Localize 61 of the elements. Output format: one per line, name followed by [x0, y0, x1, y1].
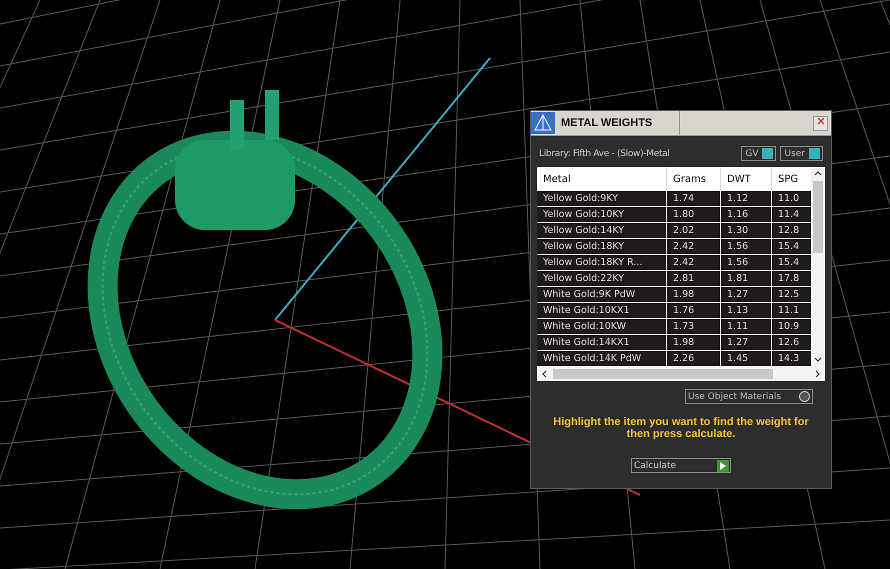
table-cell: 1.27: [721, 335, 772, 351]
pyramid-logo-icon: [531, 112, 555, 134]
table-cell: 2.42: [667, 255, 721, 271]
table-cell: 1.73: [667, 319, 721, 335]
table-cell: 1.74: [667, 191, 721, 207]
use-object-materials-toggle[interactable]: Use Object Materials: [685, 389, 813, 404]
table-cell: 1.56: [721, 255, 772, 271]
table-cell: 1.98: [667, 335, 721, 351]
table-cell: 12.8: [772, 223, 811, 239]
library-label: Library: Fifth Ave - (Slow)-Metal: [539, 148, 671, 158]
table-cell: 10.9: [772, 319, 811, 335]
table-cell: Yellow Gold:10KY: [537, 207, 667, 223]
table-cell: 17.8: [772, 271, 811, 287]
table-cell: 1.27: [721, 287, 772, 303]
chevron-left-icon: [541, 370, 549, 378]
table-cell: Yellow Gold:18KY R...: [537, 255, 667, 271]
instruction-text: Highlight the item you want to find the weight for then press calculate.: [553, 416, 809, 440]
table-cell: White Gold:14KX1: [537, 335, 667, 351]
dialog-title: METAL WEIGHTS: [561, 117, 652, 129]
table-cell: White Gold:9K PdW: [537, 287, 667, 303]
table-cell: White Gold:10KW: [537, 319, 667, 335]
table-cell: Yellow Gold:22KY: [537, 271, 667, 287]
chevron-right-icon: [813, 370, 821, 378]
table-cell: 1.98: [667, 287, 721, 303]
table-cell: 15.4: [772, 255, 811, 271]
table-cell: 1.12: [721, 191, 772, 207]
table-cell: 12.6: [772, 335, 811, 351]
table-cell: 1.45: [721, 351, 772, 367]
table-cell: 2.81: [667, 271, 721, 287]
chevron-up-icon: [814, 170, 822, 178]
horizontal-scrollbar[interactable]: [537, 367, 825, 381]
vertical-scrollbar[interactable]: [811, 167, 825, 367]
table-cell: Yellow Gold:14KY: [537, 223, 667, 239]
table-cell: 1.16: [721, 207, 772, 223]
table-cell: 1.76: [667, 303, 721, 319]
play-icon: [720, 462, 726, 470]
table-cell: White Gold:14K PdW: [537, 351, 667, 367]
table-cell: 14.3: [772, 351, 811, 367]
table-cell: White Gold:10KX1: [537, 303, 667, 319]
table-cell: 1.56: [721, 239, 772, 255]
toggle-switch[interactable]: GV: [741, 146, 776, 161]
table-cell: 2.42: [667, 239, 721, 255]
table-cell: 12.5: [772, 287, 811, 303]
table-cell: 11.0: [772, 191, 811, 207]
table-cell: 2.02: [667, 223, 721, 239]
table-cell: 1.30: [721, 223, 772, 239]
table-cell: 1.80: [667, 207, 721, 223]
table-cell: 11.4: [772, 207, 811, 223]
calculate-button[interactable]: Calculate: [631, 458, 731, 473]
table-cell: Yellow Gold:18KY: [537, 239, 667, 255]
close-button[interactable]: [813, 116, 828, 130]
close-icon: [816, 117, 824, 125]
table-cell: 2.26: [667, 351, 721, 367]
table-cell: 1.11: [721, 319, 772, 335]
table-cell: 11.1: [772, 303, 811, 319]
table-cell: 1.13: [721, 303, 772, 319]
toggle-switch[interactable]: User: [780, 146, 823, 161]
chevron-down-icon: [814, 356, 822, 364]
table-cell: Yellow Gold:9KY: [537, 191, 667, 207]
table-cell: 1.81: [721, 271, 772, 287]
table-cell: 15.4: [772, 239, 811, 255]
